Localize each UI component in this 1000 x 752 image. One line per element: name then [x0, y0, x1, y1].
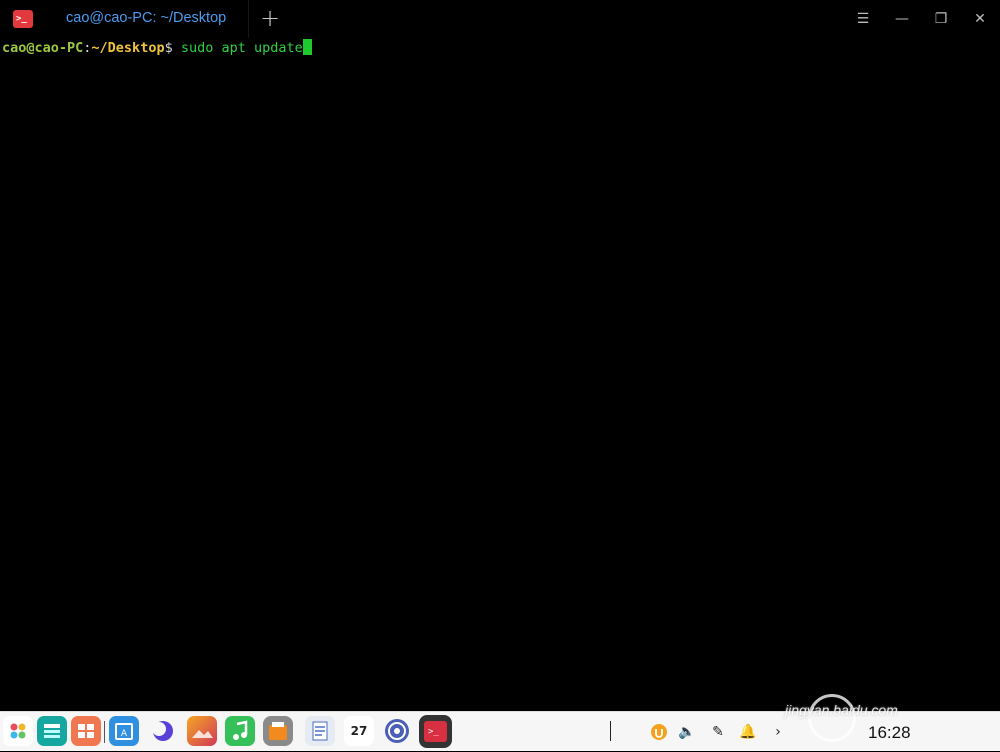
multitasking-icon[interactable] [37, 716, 67, 746]
prompt-dollar: $ [164, 40, 173, 56]
settings-icon[interactable] [382, 716, 412, 746]
terminal-icon[interactable]: >_ [13, 10, 33, 28]
tab-title: cao@cao-PC: ~/Desktop [66, 10, 227, 26]
launcher-icon[interactable] [3, 716, 33, 746]
svg-text:>_: >_ [428, 727, 439, 737]
prompt-path: ~/Desktop [91, 40, 165, 56]
text-cursor [302, 39, 312, 55]
app-store-icon[interactable] [71, 716, 101, 746]
clock[interactable]: 16:28 [868, 723, 911, 743]
document-viewer-icon[interactable] [305, 716, 335, 746]
app-update-icon[interactable] [650, 723, 668, 741]
calendar-icon[interactable]: 27 [344, 716, 374, 746]
browser-icon[interactable] [147, 716, 177, 746]
expand-arrow-icon[interactable]: › [769, 723, 787, 741]
command-text: sudo apt update [172, 40, 303, 56]
restore-icon[interactable]: ❐ [931, 9, 951, 29]
tray-separator [610, 721, 611, 741]
close-icon[interactable]: ✕ [970, 9, 990, 29]
terminal-area[interactable]: cao@cao-PC:~/Desktop$ sudo apt update [0, 38, 1000, 711]
calendar-day: 27 [350, 724, 368, 738]
minimize-icon[interactable]: — [892, 9, 912, 29]
plus-icon[interactable]: + [258, 6, 282, 30]
notification-icon[interactable]: 🔔 [739, 723, 757, 741]
software-center-icon[interactable] [263, 716, 293, 746]
prompt-user: cao@cao-PC [2, 40, 84, 56]
svg-text:A: A [121, 729, 128, 739]
music-icon[interactable] [225, 716, 255, 746]
title-bar: >_ cao@cao-PC: ~/Desktop + ☰ — ❐ ✕ [0, 0, 1000, 38]
pen-icon[interactable]: ✎ [709, 723, 727, 741]
tab-terminal[interactable]: cao@cao-PC: ~/Desktop [48, 0, 249, 38]
menu-icon[interactable]: ☰ [853, 9, 873, 29]
image-viewer-icon[interactable] [187, 716, 217, 746]
volume-icon[interactable]: 🔈 [678, 723, 696, 741]
file-manager-icon[interactable]: A [109, 716, 139, 746]
command-line: cao@cao-PC:~/Desktop$ sudo apt update [2, 39, 312, 57]
terminal-icon[interactable]: >_ [419, 715, 452, 748]
watermark: jingyan.baidu.com [785, 702, 898, 718]
dock-separator [104, 721, 105, 743]
